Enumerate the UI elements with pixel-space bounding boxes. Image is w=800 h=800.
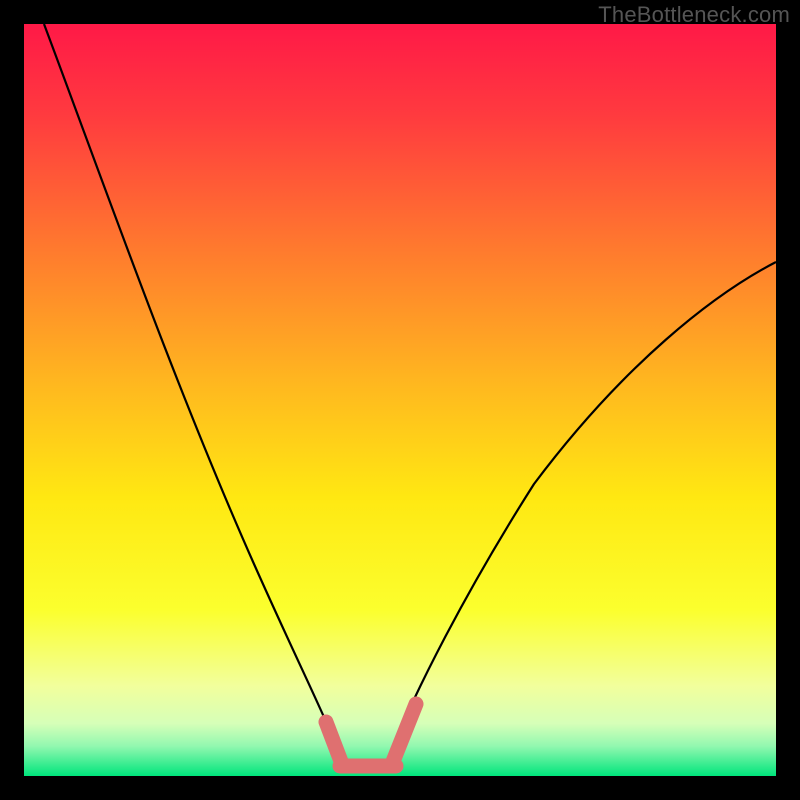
trough-right-segment: [392, 704, 416, 764]
right-curve: [390, 262, 776, 754]
trough-left-segment: [326, 722, 342, 764]
chart-area: [24, 24, 776, 776]
left-curve: [44, 24, 340, 754]
curve-layer: [24, 24, 776, 776]
